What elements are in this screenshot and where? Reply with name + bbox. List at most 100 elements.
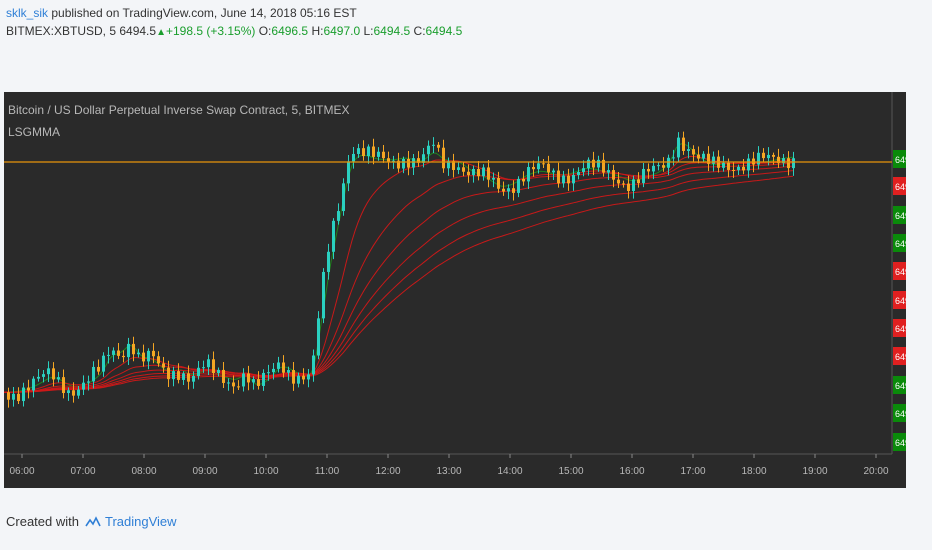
candle-body	[682, 137, 685, 151]
candle-body	[267, 372, 270, 374]
candle-body	[567, 175, 570, 184]
candle-body	[497, 177, 500, 189]
candle-body	[132, 343, 135, 355]
candle-body	[702, 153, 705, 159]
candle-body	[72, 390, 75, 396]
candle-body	[532, 167, 535, 170]
time-tick-label: 20:00	[863, 466, 888, 477]
time-tick-label: 13:00	[436, 466, 461, 477]
candle-body	[387, 158, 390, 162]
ma-line	[4, 170, 794, 393]
price-label-text: 6495.2	[895, 409, 906, 419]
candle-body	[687, 149, 690, 151]
candle-body	[607, 170, 610, 173]
candle-body	[207, 359, 210, 368]
candle-body	[737, 166, 740, 171]
candle-body	[357, 148, 360, 154]
time-tick-label: 14:00	[497, 466, 522, 477]
time-tick-label: 06:00	[9, 466, 34, 477]
candle-body	[197, 367, 200, 377]
high-value: 6497.0	[323, 24, 361, 38]
candle-body	[742, 166, 745, 171]
open-value: 6496.5	[271, 24, 309, 38]
candle-body	[187, 373, 190, 382]
tradingview-link[interactable]: TradingView	[85, 514, 177, 529]
candle-body	[792, 158, 795, 169]
candle-body	[672, 157, 675, 159]
candle-body	[507, 188, 510, 192]
candle-body	[322, 271, 325, 319]
candle-body	[762, 152, 765, 159]
symbol-label: BITMEX:XBTUSD, 5	[6, 24, 117, 38]
candle-body	[222, 369, 225, 383]
price-label-text: 6498.2	[895, 182, 906, 192]
open-label: O:	[255, 24, 272, 38]
chart-title: Bitcoin / US Dollar Perpetual Inverse Sw…	[8, 103, 350, 117]
candle-body	[352, 153, 355, 162]
price-label-text: 6498.3	[895, 155, 906, 165]
candle-body	[437, 144, 440, 148]
candle-body	[637, 179, 640, 184]
candle-body	[372, 146, 375, 157]
candle-body	[492, 177, 495, 180]
candle-body	[652, 165, 655, 172]
ma-line	[4, 162, 794, 393]
candle-body	[42, 374, 45, 377]
candle-body	[22, 387, 25, 402]
candle-body	[27, 387, 30, 391]
price-label-text: 6496.1	[895, 324, 906, 334]
candle-body	[227, 382, 230, 384]
time-tick-label: 15:00	[558, 466, 583, 477]
price-chart[interactable]: 06:00 07:00 08:00 09:00 10:00 11:00 12:00 13:00…	[4, 92, 906, 488]
chart-panel[interactable]: 06:00 07:00 08:00 09:00 10:00 11:00 12:00 13:00…	[4, 92, 906, 488]
candle-body	[137, 352, 140, 355]
candle-body	[87, 381, 90, 383]
candle-body	[127, 343, 130, 358]
candle-body	[427, 145, 430, 155]
candle-body	[382, 151, 385, 159]
candle-body	[667, 157, 670, 168]
ma-line	[4, 165, 794, 393]
publish-info: sklk_sik published on TradingView.com, J…	[6, 6, 357, 20]
author-link[interactable]: sklk_sik	[6, 6, 48, 20]
candle-body	[442, 147, 445, 169]
candle-body	[237, 386, 240, 388]
candle-body	[582, 168, 585, 173]
candle-body	[202, 367, 205, 369]
candle-body	[122, 355, 125, 358]
candle-body	[347, 161, 350, 184]
candle-body	[487, 167, 490, 180]
candle-body	[217, 369, 220, 374]
candle-body	[107, 354, 110, 356]
candle-body	[472, 168, 475, 176]
candle-body	[82, 382, 85, 390]
candle-body	[247, 373, 250, 383]
candle-body	[512, 188, 515, 193]
time-tick-label: 08:00	[131, 466, 156, 477]
candle-body	[62, 377, 65, 394]
candle-body	[592, 159, 595, 168]
candle-body	[787, 158, 790, 169]
time-tick-label: 07:00	[70, 466, 95, 477]
candle-body	[117, 350, 120, 356]
change-value: +198.5 (+3.15%)	[165, 24, 256, 38]
candle-body	[412, 158, 415, 168]
candle-body	[92, 366, 95, 382]
published-text: published on TradingView.com, June 14, 2…	[48, 6, 357, 20]
candle-body	[732, 169, 735, 171]
candle-body	[712, 156, 715, 164]
candle-body	[152, 350, 155, 357]
tradingview-logo-icon	[85, 515, 101, 526]
candle-body	[767, 154, 770, 159]
candle-body	[552, 170, 555, 173]
price-label-text: 6496.4	[895, 239, 906, 249]
candle-body	[612, 170, 615, 180]
created-with-label: Created with	[6, 514, 79, 529]
candle-body	[572, 175, 575, 184]
candle-body	[337, 211, 340, 221]
candle-body	[547, 163, 550, 173]
price-label-text: 6496.2	[895, 267, 906, 277]
candle-body	[587, 159, 590, 169]
last-price: 6494.5	[116, 24, 157, 38]
time-tick-label: 09:00	[192, 466, 217, 477]
